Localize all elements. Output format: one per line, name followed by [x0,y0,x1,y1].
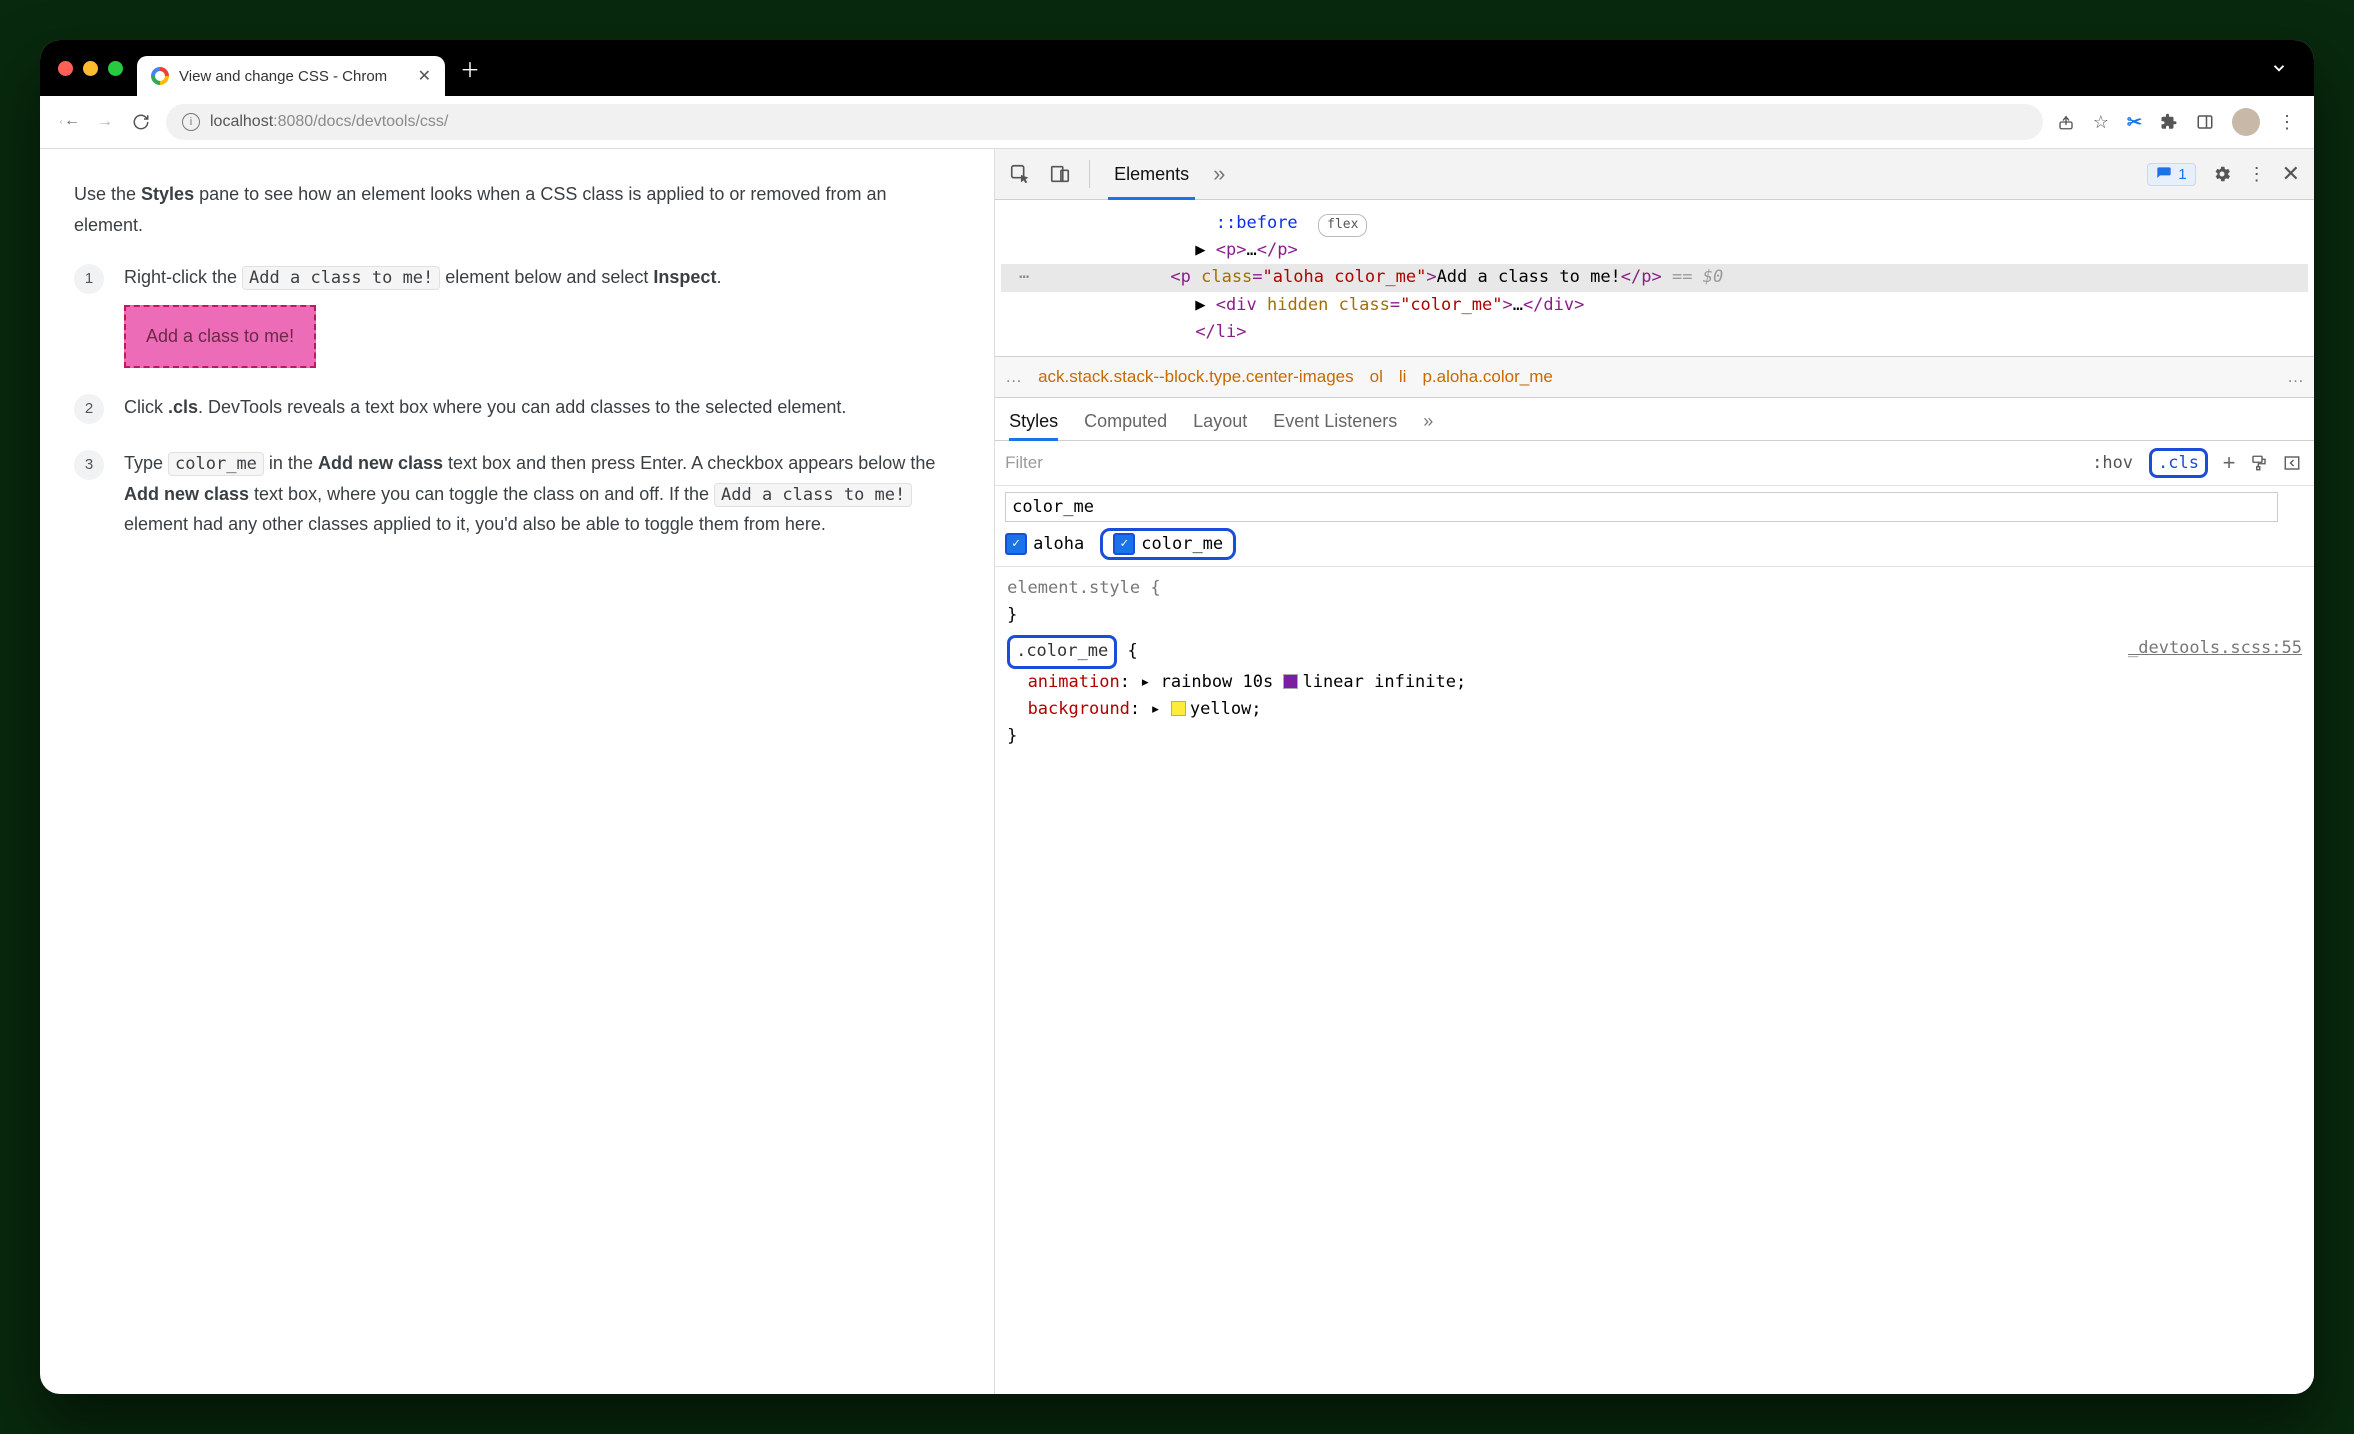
new-tab-button[interactable]: ＋ [453,51,487,85]
issues-chip[interactable]: 1 [2147,163,2195,186]
extensions-icon[interactable] [2160,113,2178,131]
forward-button[interactable]: → [94,113,116,131]
settings-icon[interactable] [2212,164,2232,184]
minimize-window-icon[interactable] [83,61,98,76]
page-content: Use the Styles pane to see how an elemen… [40,149,995,1394]
devtools-header: Elements » 1 ⋮ ✕ [995,149,2314,200]
step-number: 1 [74,264,104,294]
more-tabs-icon[interactable]: » [1423,411,1433,440]
site-info-icon[interactable]: i [182,113,200,131]
scissors-icon[interactable]: ✂ [2127,112,2142,133]
step-number: 2 [74,394,104,424]
computed-tab[interactable]: Computed [1084,411,1167,440]
step-number: 3 [74,450,104,480]
inline-code: Add a class to me! [242,266,440,290]
event-listeners-tab[interactable]: Event Listeners [1273,411,1397,440]
add-class-input[interactable] [1005,492,2278,522]
css-rules[interactable]: element.style { } _devtools.scss:55.colo… [995,567,2314,758]
flex-badge[interactable]: flex [1318,214,1367,237]
window-controls [58,61,123,76]
hov-toggle[interactable]: :hov [2086,451,2139,475]
share-icon[interactable] [2057,113,2075,131]
close-tab-icon[interactable]: ✕ [418,66,431,86]
more-tabs-icon[interactable]: » [1213,161,1225,187]
breadcrumb-item[interactable]: ack.stack.stack--block.type.center-image… [1038,367,1354,387]
reload-button[interactable] [130,113,152,131]
maximize-window-icon[interactable] [108,61,123,76]
inline-code: Add a class to me! [714,483,912,507]
chrome-favicon-icon [151,67,169,85]
close-window-icon[interactable] [58,61,73,76]
layout-tab[interactable]: Layout [1193,411,1247,440]
rule-selector[interactable]: .color_me [1007,635,1117,668]
class-checkbox-color-me[interactable]: color_me [1100,528,1236,560]
paint-icon[interactable] [2250,454,2272,472]
window-titlebar: View and change CSS - Chrom ✕ ＋ [40,40,2314,96]
step-2: 2 Click .cls. DevTools reveals a text bo… [74,392,960,424]
checkbox-icon[interactable] [1005,533,1027,555]
filter-input[interactable]: Filter [1005,453,2076,473]
styles-tab[interactable]: Styles [1009,411,1058,440]
checkbox-icon[interactable] [1113,533,1135,555]
tab-title: View and change CSS - Chrom [179,68,387,85]
dom-breadcrumb[interactable]: … ack.stack.stack--block.type.center-ima… [995,356,2314,398]
browser-tab[interactable]: View and change CSS - Chrom ✕ [137,56,445,96]
breadcrumb-item[interactable]: p.aloha.color_me [1422,367,1552,387]
rule-source-link[interactable]: _devtools.scss:55 [2128,635,2302,662]
class-panel: aloha color_me [995,486,2314,567]
profile-avatar[interactable] [2232,108,2260,136]
computed-panel-icon[interactable] [2282,454,2304,472]
selected-dom-node[interactable]: ⋯ <p class="aloha color_me">Add a class … [1001,264,2308,291]
styles-filter-row: Filter :hov .cls + [995,441,2314,486]
device-toggle-icon[interactable] [1049,163,1071,185]
panel-icon[interactable] [2196,113,2214,131]
inspect-element-icon[interactable] [1009,163,1031,185]
step-1: 1 Right-click the Add a class to me! ele… [74,262,960,367]
browser-toolbar: ← → i localhost:8080/docs/devtools/css/ … [40,96,2314,149]
elements-tab[interactable]: Elements [1108,149,1195,199]
chevron-down-icon[interactable] [2258,59,2300,77]
address-bar[interactable]: i localhost:8080/docs/devtools/css/ [166,104,2043,140]
easing-swatch-icon[interactable] [1283,674,1298,689]
devtools-panel: Elements » 1 ⋮ ✕ ::before flex [995,149,2314,1394]
kebab-menu-icon[interactable]: ⋮ [2248,164,2266,185]
url-text: localhost:8080/docs/devtools/css/ [210,113,448,131]
step-3: 3 Type color_me in the Add new class tex… [74,448,960,540]
styles-subtabs: Styles Computed Layout Event Listeners » [995,398,2314,441]
new-style-rule-icon[interactable]: + [2218,450,2240,476]
dom-tree[interactable]: ::before flex ▶ <p>…</p> ⋯ <p class="alo… [995,200,2314,356]
class-checkbox-aloha[interactable]: aloha [1005,533,1084,555]
bookmark-icon[interactable]: ☆ [2093,112,2109,133]
demo-element[interactable]: Add a class to me! [124,305,316,368]
inline-code: color_me [168,452,264,476]
intro-paragraph: Use the Styles pane to see how an elemen… [74,179,960,240]
close-devtools-icon[interactable]: ✕ [2282,161,2300,187]
color-swatch-icon[interactable] [1171,701,1186,716]
breadcrumb-item[interactable]: ol [1370,367,1383,387]
menu-icon[interactable]: ⋮ [2278,112,2296,133]
back-button[interactable]: ← [58,112,80,132]
breadcrumb-item[interactable]: li [1399,367,1407,387]
cls-toggle[interactable]: .cls [2149,448,2208,478]
